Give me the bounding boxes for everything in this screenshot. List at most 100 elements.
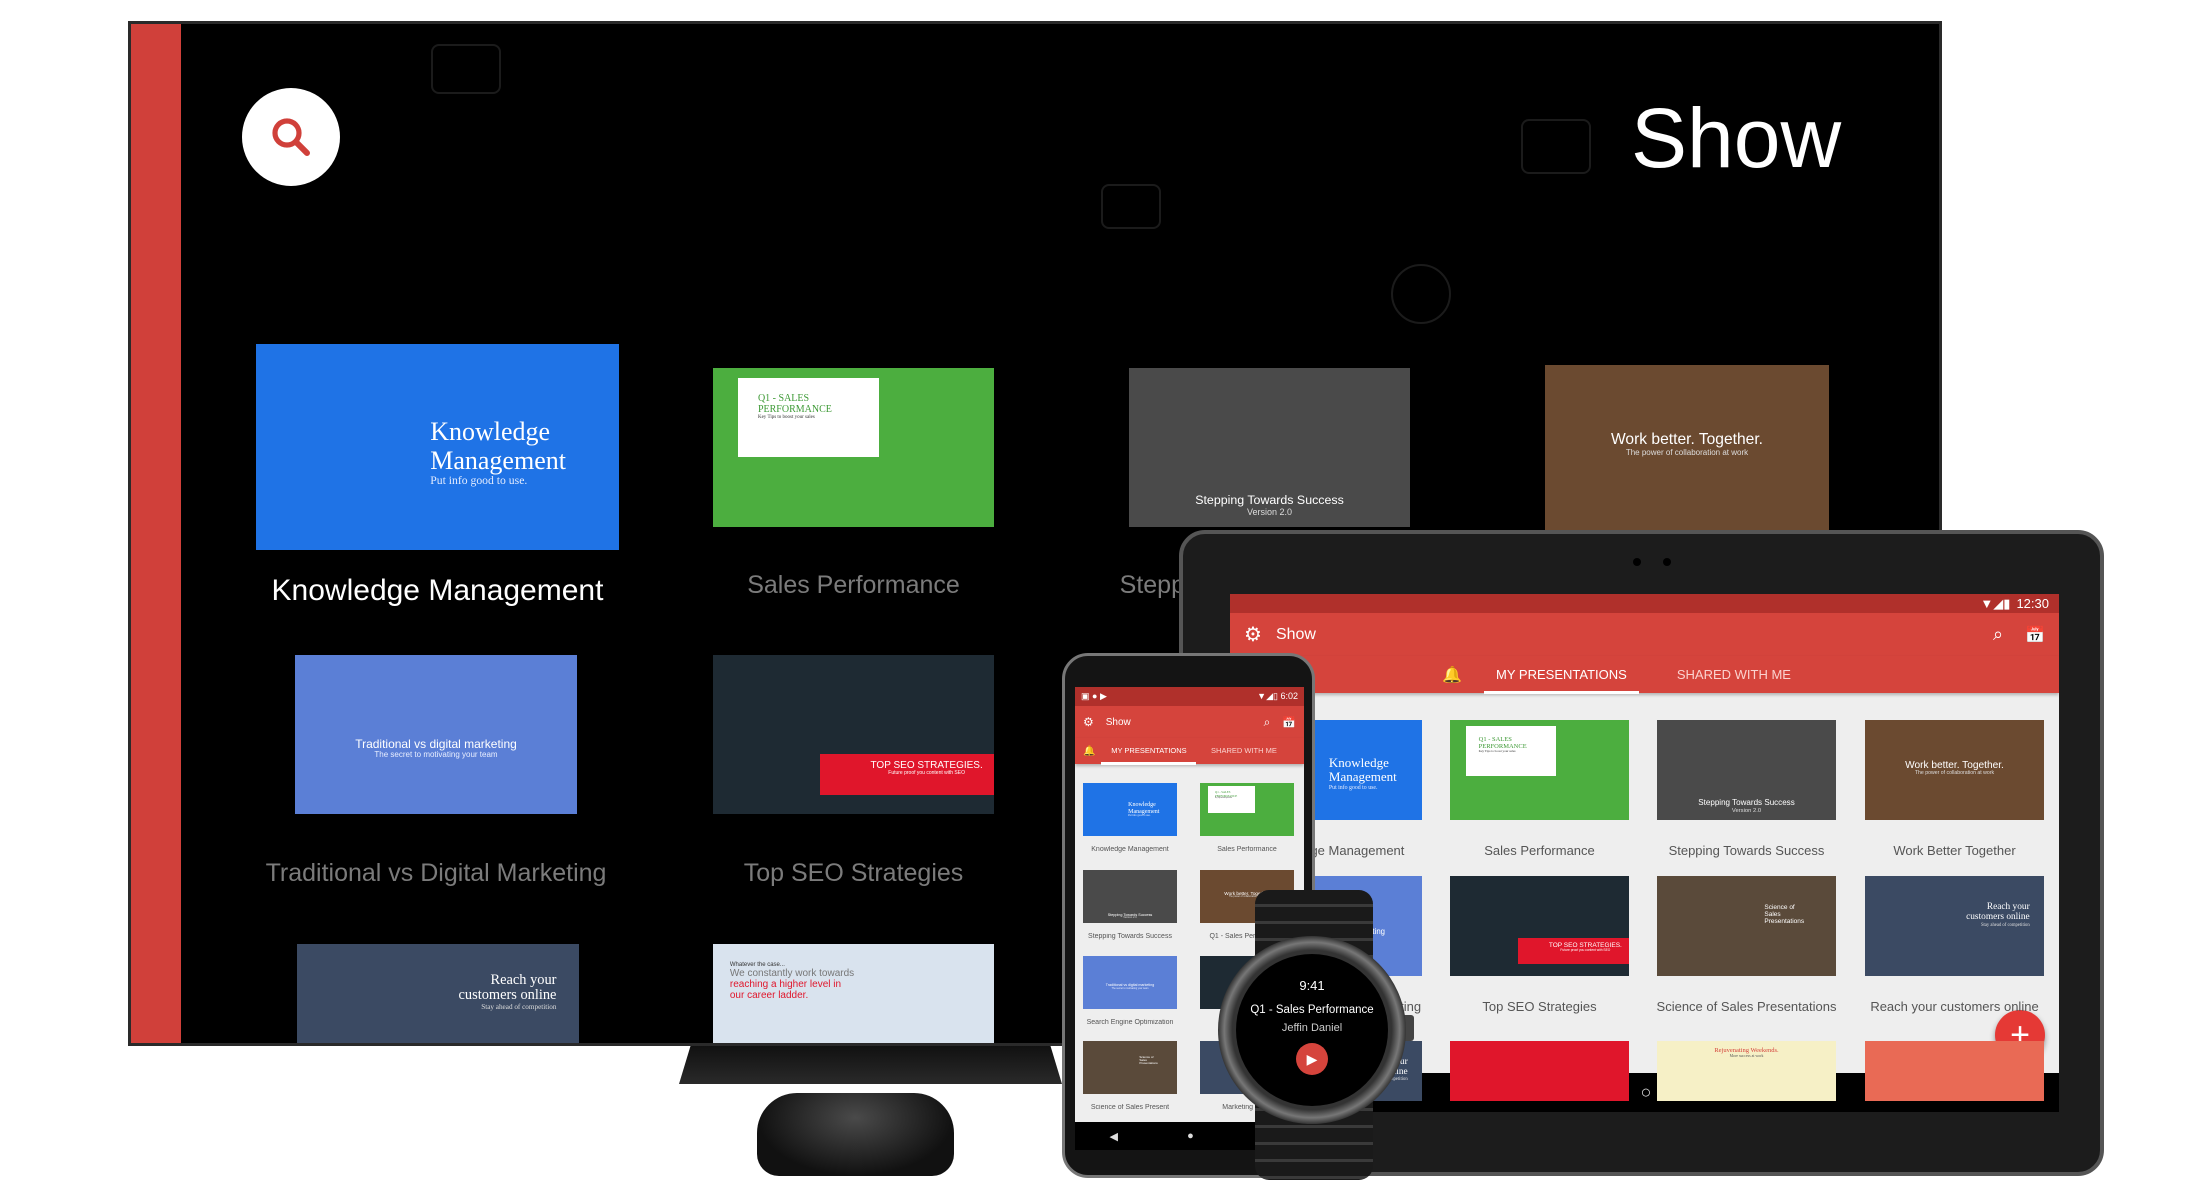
- presentation-thumbnail[interactable]: Rejuvenating Weekends. More success at wo…: [1657, 1041, 1836, 1101]
- presentation-label: Science of Sales Present: [1090, 1104, 1170, 1111]
- play-button[interactable]: ▶: [1296, 1043, 1328, 1075]
- thumbnail-line: Knowledge: [1128, 802, 1156, 809]
- presentation-label: Stepping Towards Success: [1668, 843, 1825, 858]
- thumbnail-text: Knowledge Management Put info good to use.: [1128, 802, 1159, 818]
- thumbnail-text: TOP SEO STRATEGIES.Future proof you cont…: [871, 760, 983, 777]
- presentation-label: Knowledge Management: [271, 574, 604, 607]
- background-doodle: [1521, 119, 1591, 174]
- presentation-thumbnail[interactable]: Reach yourcustomers onlineStay ahead of …: [297, 944, 579, 1043]
- thumbnail-line: Version 2.0: [1731, 807, 1762, 814]
- presentation-thumbnail[interactable]: Knowledge Management Put info good to use.: [256, 344, 619, 550]
- thumbnail-line: Whatever the case...: [729, 961, 785, 968]
- watch-author: Jeffin Daniel: [1281, 1022, 1343, 1034]
- thumbnail-line: Presentations: [1764, 918, 1805, 926]
- presentation-thumbnail[interactable]: Stepping Towards Success Version 2.0: [1129, 368, 1410, 527]
- thumbnail-line: More success at work: [1729, 1054, 1764, 1059]
- presentation-thumbnail[interactable]: Reach yourcustomers onlineStay ahead of …: [1865, 876, 2044, 976]
- presentation-thumbnail[interactable]: TOP SEO STRATEGIES.Future proof you cont…: [713, 655, 994, 814]
- presentation-label: Knowledge Management: [1091, 846, 1169, 853]
- presentation-thumbnail[interactable]: Q1 - SALES PERFORMANCE Key Tips to boost y…: [1450, 720, 1629, 820]
- presentation-thumbnail[interactable]: Traditional vs digital marketingThe secr…: [1083, 956, 1177, 1009]
- thumbnail-text: Stepping Towards Success Version 2.0: [1657, 798, 1836, 814]
- search-icon[interactable]: ⌕: [1993, 624, 2003, 645]
- presentation-label: Reach your customers online: [1870, 999, 2039, 1014]
- app-toolbar: ⚙ Show ⌕ 📅: [1075, 706, 1304, 738]
- thumbnail-line: Rejuvenating Weekends.: [1714, 1047, 1779, 1054]
- presentation-thumbnail[interactable]: Work better. Together. The power of colla…: [1865, 720, 2044, 820]
- tv-stand: [679, 1046, 1062, 1084]
- presentation-thumbnail[interactable]: Stepping Towards Success Version 2.0: [1083, 870, 1177, 923]
- calendar-icon[interactable]: 📅: [2025, 625, 2045, 645]
- status-time: 6:02: [1280, 691, 1298, 701]
- bell-icon[interactable]: 🔔: [1442, 665, 1462, 685]
- status-bar: ▣ ● ▶ ▼◢▯ 6:02: [1075, 687, 1304, 706]
- thumbnail-line: Key Tips to boost your sales: [1215, 798, 1233, 800]
- tab-bar: 🔔 MY PRESENTATIONS SHARED WITH ME: [1075, 738, 1304, 765]
- status-time: 12:30: [2016, 596, 2049, 611]
- thumbnail-line: The secret to motivating your team: [374, 749, 498, 759]
- bell-icon[interactable]: 🔔: [1083, 746, 1095, 757]
- thumbnail-line: Reach your: [490, 971, 557, 988]
- tab-bar: 🔔 MY PRESENTATIONS SHARED WITH ME: [1230, 656, 2059, 694]
- presentation-label: Sales Performance: [747, 571, 960, 599]
- presentation-thumbnail[interactable]: Traditional vs digital marketingThe secr…: [295, 655, 577, 814]
- thumbnail-text: Traditional vs digital marketingThe secr…: [1083, 983, 1177, 991]
- presentation-thumbnail[interactable]: Work better. Together. The power of colla…: [1545, 365, 1829, 531]
- wifi-signal-battery-icon: ▼◢▯: [1257, 691, 1281, 701]
- thumbnail-line: Sales: [1764, 911, 1781, 919]
- tab-my-presentations[interactable]: MY PRESENTATIONS: [1101, 739, 1197, 765]
- wifi-signal-battery-icon: ▼◢▮: [1980, 595, 2011, 611]
- presentation-thumbnail[interactable]: Knowledge Management Put info good to use.: [1083, 783, 1177, 836]
- tab-shared-with-me[interactable]: SHARED WITH ME: [1639, 657, 1829, 692]
- presentation-label: Top SEO Strategies: [1482, 999, 1597, 1014]
- presentation-thumbnail[interactable]: Whatever the case... We constantly work t…: [713, 944, 994, 1043]
- presentation-thumbnail[interactable]: Science of Sales Presentations: [1083, 1041, 1177, 1094]
- presentation-label: Work Better Together: [1893, 843, 2016, 858]
- background-doodle: [1391, 264, 1451, 324]
- calendar-icon[interactable]: 📅: [1282, 716, 1296, 729]
- thumbnail-line: Version 2.0: [1123, 915, 1137, 919]
- watch-presentation-title: Q1 - Sales Performance: [1250, 1004, 1374, 1016]
- presentation-thumbnail[interactable]: [1865, 1041, 2044, 1101]
- thumbnail-text: Reach yourcustomers onlineStay ahead of …: [1966, 902, 2030, 928]
- thumbnail-line: Stepping Towards Success: [1195, 492, 1344, 507]
- tab-my-presentations[interactable]: MY PRESENTATIONS: [1483, 657, 1639, 694]
- thumbnail-line: Management: [430, 445, 566, 475]
- thumbnail-text: Work better. Together. The power of colla…: [1545, 431, 1829, 457]
- thumbnail-text: Stepping Towards Success Version 2.0: [1083, 913, 1177, 920]
- presentation-thumbnail[interactable]: Q1 - SALES PERFORMANCE Key Tips to boost y…: [1200, 783, 1294, 836]
- back-icon[interactable]: ◀: [1110, 1130, 1118, 1143]
- thumbnail-line: We constantly work towards: [729, 968, 855, 980]
- settings-gear-icon[interactable]: ⚙: [1244, 622, 1262, 647]
- thumbnail-line: Reach your: [1986, 902, 2030, 912]
- presentation-thumbnail[interactable]: Science of Sales Presentations: [1657, 876, 1836, 976]
- thumbnail-text: Q1 - SALES PERFORMANCE Key Tips to boost y…: [1215, 791, 1237, 799]
- thumbnail-line: Version 2.0: [1246, 506, 1293, 517]
- home-icon[interactable]: ○: [1641, 1082, 1652, 1103]
- presentation-label: Science of Sales Presentations: [1656, 999, 1837, 1014]
- thumbnail-line: reaching a higher level in our career la…: [729, 979, 842, 1002]
- tab-shared-with-me[interactable]: SHARED WITH ME: [1196, 739, 1291, 763]
- search-icon[interactable]: ⌕: [1264, 715, 1271, 730]
- presentation-label: Stepping Towards Success: [1088, 933, 1172, 940]
- background-doodle: [1101, 184, 1161, 229]
- thumbnail-line: Put info good to use.: [430, 474, 528, 488]
- presentation-thumbnail[interactable]: Stepping Towards Success Version 2.0: [1657, 720, 1836, 820]
- tv-search-button[interactable]: [242, 88, 340, 186]
- presentation-label: Traditional vs Digital Marketing: [265, 859, 607, 887]
- thumbnail-line: Stay ahead of competition: [1980, 922, 2030, 928]
- thumbnail-text: Reach yourcustomers onlineStay ahead of …: [459, 971, 557, 1013]
- presentation-thumbnail[interactable]: TOP SEO STRATEGIES.Future proof you cont…: [1450, 876, 1629, 976]
- thumbnail-line: Q1 - SALES: [1478, 736, 1512, 743]
- set-top-box: [757, 1093, 954, 1176]
- home-icon[interactable]: ●: [1187, 1130, 1194, 1142]
- thumbnail-line: Key Tips to boost your sales: [757, 415, 815, 421]
- thumbnail-line: Put info good to use.: [1128, 814, 1151, 818]
- thumbnail-line: The power of collaboration at work: [1625, 447, 1749, 457]
- presentation-thumbnail[interactable]: Q1 - SALES PERFORMANCE Key Tips to boost y…: [713, 368, 994, 527]
- thumbnail-text: Knowledge Management Put info good to use.: [1329, 755, 1397, 791]
- settings-gear-icon[interactable]: ⚙: [1083, 715, 1094, 729]
- tablet-camera: [1633, 558, 1641, 566]
- presentation-thumbnail[interactable]: [1450, 1041, 1629, 1101]
- presentation-label: Search Engine Optimization: [1086, 1019, 1174, 1026]
